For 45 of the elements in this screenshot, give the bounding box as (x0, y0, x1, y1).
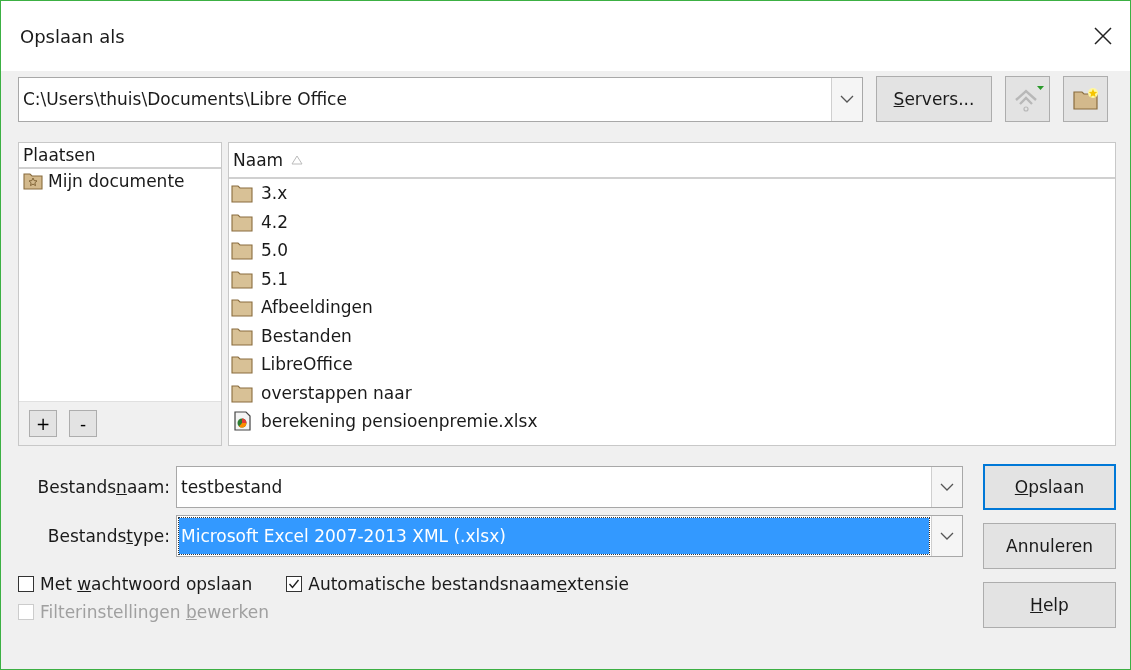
checkbox[interactable]: Automatische bestandsnaamextensie (286, 574, 629, 594)
chevron-down-icon (840, 95, 854, 103)
dropdown-button[interactable] (831, 77, 862, 121)
column-header[interactable]: Naam (229, 143, 1115, 179)
file-item[interactable]: LibreOffice (229, 350, 1115, 379)
folder-icon (231, 268, 253, 289)
file-item[interactable]: 4.2 (229, 207, 1115, 236)
dropdown-button[interactable] (931, 515, 962, 556)
file-item[interactable]: 3.x (229, 179, 1115, 208)
star-folder-icon (23, 172, 43, 190)
file-item[interactable]: 5.0 (229, 236, 1115, 265)
sort-arrow-icon (291, 155, 304, 165)
checkmark-icon (287, 577, 302, 591)
file-item[interactable]: berekening pensioenpremie.xlsx (229, 407, 1115, 436)
spreadsheet-file-icon (231, 411, 253, 432)
folder-icon (231, 183, 253, 204)
file-item[interactable]: Afbeeldingen (229, 293, 1115, 322)
filename-field[interactable]: testbestand (176, 465, 963, 508)
dialog-button[interactable]: Opslaan (983, 464, 1116, 510)
field-label: Bestandsnaam: (36, 476, 170, 497)
folder-icon (231, 382, 253, 403)
new-folder-icon (1071, 87, 1100, 111)
folder-icon (231, 354, 253, 375)
new-folder-button[interactable] (1063, 76, 1108, 122)
path-field[interactable]: C:\Users\thuis\Documents\Libre Office (18, 76, 863, 122)
chevron-down-icon (940, 531, 954, 540)
folder-icon (231, 240, 253, 261)
field-label: Bestandstype: (46, 525, 170, 546)
remove-button[interactable]: - (69, 410, 97, 437)
close-icon (1094, 27, 1112, 45)
folder-icon (231, 297, 253, 318)
chevron-down-icon (940, 482, 954, 491)
file-item[interactable]: Bestanden (229, 321, 1115, 350)
add-button[interactable]: + (29, 410, 57, 437)
folder-icon (231, 211, 253, 232)
folder-icon (231, 325, 253, 346)
dialog-button[interactable]: Help (983, 582, 1116, 628)
file-item[interactable]: 5.1 (229, 264, 1115, 293)
checkbox[interactable]: Met wachtwoord opslaan (18, 574, 253, 594)
dropdown-button[interactable] (931, 466, 962, 507)
window-title: Opslaan als (20, 25, 125, 47)
place-item[interactable]: Mijn documente (19, 169, 221, 193)
servers-button[interactable]: Servers... (876, 76, 992, 122)
file-item[interactable]: overstappen naar (229, 378, 1115, 407)
dialog-button[interactable]: Annuleren (983, 523, 1116, 569)
